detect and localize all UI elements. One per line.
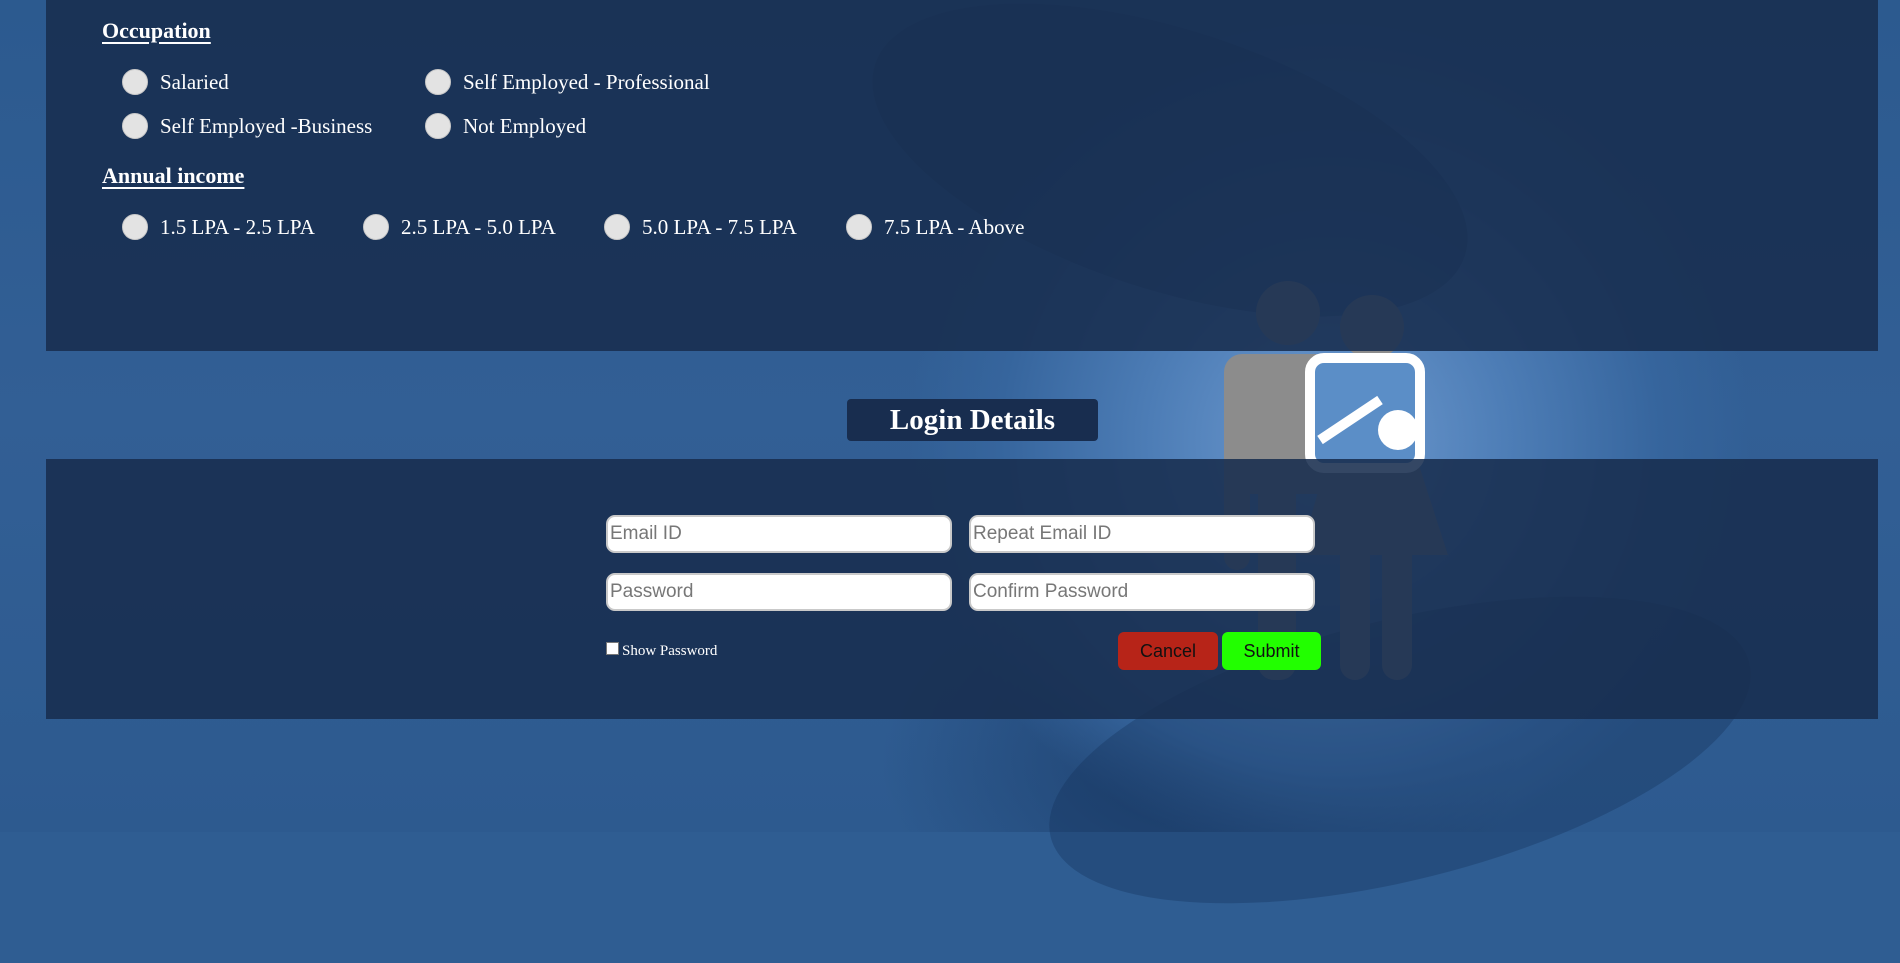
login-details-heading: Login Details	[847, 399, 1098, 441]
occupation-option-self-employed-professional[interactable]: Self Employed - Professional	[425, 69, 710, 95]
personal-details-panel: Occupation Salaried Self Employed - Prof…	[46, 0, 1878, 351]
cancel-button[interactable]: Cancel	[1118, 632, 1218, 670]
income-option-3[interactable]: 5.0 LPA - 7.5 LPA	[604, 214, 797, 240]
show-password-label: Show Password	[622, 643, 718, 659]
occupation-option-salaried[interactable]: Salaried	[122, 69, 229, 95]
occupation-option-not-employed[interactable]: Not Employed	[425, 113, 586, 139]
annual-income-title: Annual income	[102, 163, 245, 188]
radio-button[interactable]	[425, 113, 451, 139]
radio-button[interactable]	[604, 214, 630, 240]
income-option-4[interactable]: 7.5 LPA - Above	[846, 214, 1024, 240]
confirm-password-field[interactable]: Confirm Password	[969, 573, 1315, 611]
login-panel	[46, 459, 1878, 719]
radio-label: Not Employed	[463, 113, 587, 138]
password-field[interactable]: Password	[606, 573, 952, 611]
radio-label: 1.5 LPA - 2.5 LPA	[160, 214, 315, 239]
radio-label: 2.5 LPA - 5.0 LPA	[401, 214, 556, 239]
radio-label: Salaried	[160, 69, 229, 94]
repeat-email-field[interactable]: Repeat Email ID	[969, 515, 1315, 553]
radio-button[interactable]	[363, 214, 389, 240]
radio-label: Self Employed -Business	[160, 113, 373, 138]
radio-button[interactable]	[122, 214, 148, 240]
radio-button[interactable]	[846, 214, 872, 240]
radio-button[interactable]	[425, 69, 451, 95]
radio-label: 5.0 LPA - 7.5 LPA	[642, 214, 797, 239]
income-option-1[interactable]: 1.5 LPA - 2.5 LPA	[122, 214, 315, 240]
income-option-2[interactable]: 2.5 LPA - 5.0 LPA	[363, 214, 556, 240]
show-password-toggle[interactable]: Show Password	[606, 642, 718, 660]
radio-label: Self Employed - Professional	[463, 69, 710, 94]
occupation-title: Occupation	[102, 18, 211, 43]
occupation-option-self-employed-business[interactable]: Self Employed -Business	[122, 113, 372, 139]
radio-label: 7.5 LPA - Above	[884, 214, 1025, 239]
email-field[interactable]: Email ID	[606, 515, 952, 553]
radio-button[interactable]	[122, 113, 148, 139]
radio-button[interactable]	[122, 69, 148, 95]
submit-button[interactable]: Submit	[1222, 632, 1321, 670]
show-password-checkbox[interactable]	[606, 642, 619, 655]
